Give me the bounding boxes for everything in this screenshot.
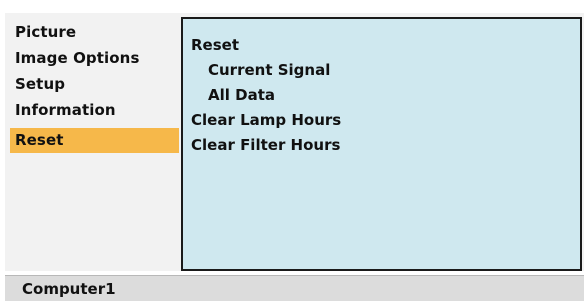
sidebar-item-reset[interactable]: Reset xyxy=(10,128,179,153)
submenu-item-all-data[interactable]: All Data xyxy=(208,83,275,108)
status-bar: Computer1 xyxy=(5,275,584,301)
submenu-item-reset[interactable]: Reset xyxy=(191,33,239,58)
input-source-label: Computer1 xyxy=(22,280,116,298)
sidebar-item-information[interactable]: Information xyxy=(10,98,179,123)
sidebar-item-setup[interactable]: Setup xyxy=(10,72,179,97)
main-menu-sidebar: Picture Image Options Setup Information … xyxy=(5,13,179,271)
projector-osd-menu: Picture Image Options Setup Information … xyxy=(0,0,586,301)
submenu-item-clear-lamp-hours[interactable]: Clear Lamp Hours xyxy=(191,108,341,133)
submenu-item-clear-filter-hours[interactable]: Clear Filter Hours xyxy=(191,133,340,158)
submenu-item-current-signal[interactable]: Current Signal xyxy=(208,58,330,83)
sidebar-item-picture[interactable]: Picture xyxy=(10,20,179,45)
reset-submenu-panel: Reset Current Signal All Data Clear Lamp… xyxy=(181,17,582,271)
sidebar-item-image-options[interactable]: Image Options xyxy=(10,46,179,71)
